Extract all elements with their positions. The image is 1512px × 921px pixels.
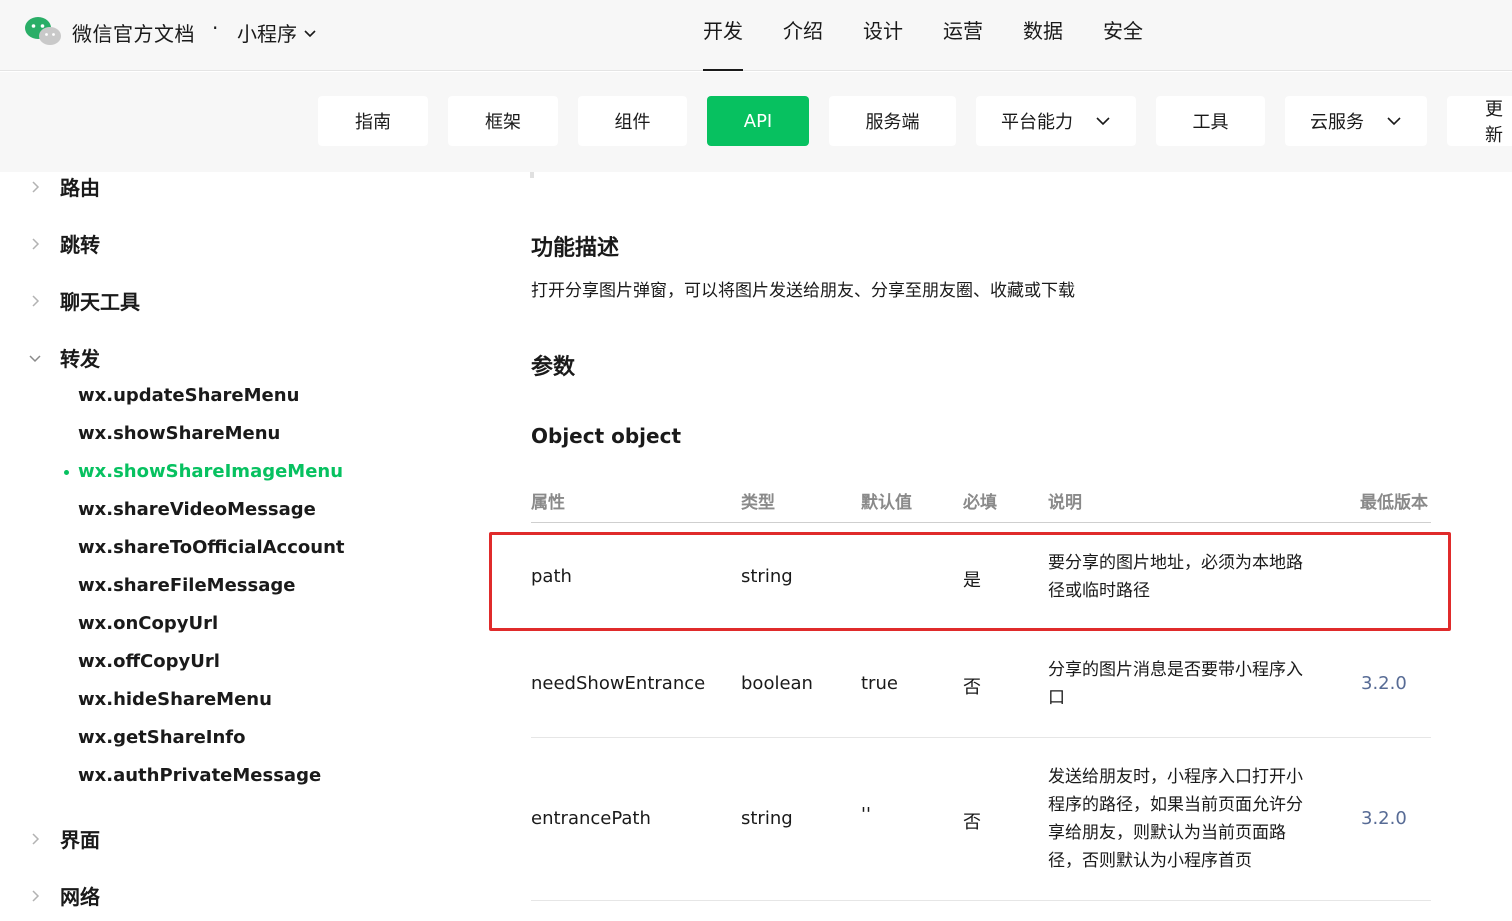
tab-api[interactable]: API [707,96,809,146]
chevron-down-icon [29,354,41,362]
tab-server-label: 服务端 [865,112,920,133]
row-divider [531,630,1431,631]
top-nav: 开发 介绍 设计 运营 数据 安全 [703,0,1143,71]
product-switch-dropdown[interactable]: 小程序 [237,18,317,47]
sidebar-group-label: 转发 [60,347,100,371]
tab-cloud-label: 云服务 [1310,112,1364,133]
chevron-right-icon [32,889,40,902]
th-property: 属性 [531,493,565,513]
chevron-right-icon [32,237,40,250]
tab-components[interactable]: 组件 [578,96,687,146]
sidebar-item-shareToOfficialAccount[interactable]: wx.shareToOfficialAccount [78,537,345,558]
cell-name: path [531,566,572,587]
object-title: Object object [531,424,682,448]
sidebar-group-network[interactable]: 网络 [28,881,100,910]
sidebar: 路由 跳转 聊天工具 转发 wx.updateShareMenu wx.show… [0,172,410,921]
wechat-logo-icon[interactable] [24,16,62,46]
cell-version-link[interactable]: 3.2.0 [1361,673,1407,694]
cell-type: string [741,566,793,587]
sidebar-group-share[interactable]: 转发 [28,343,100,372]
chevron-right-icon [32,180,40,193]
cell-name: entrancePath [531,808,651,829]
table-header-divider [531,522,1431,523]
product-switch-label: 小程序 [237,22,297,46]
sidebar-group-label: 聊天工具 [60,290,140,314]
row-divider [531,900,1431,901]
sidebar-item-authPrivateMessage[interactable]: wx.authPrivateMessage [78,765,321,786]
top-nav-security[interactable]: 安全 [1103,0,1143,71]
cell-version-link[interactable]: 3.2.0 [1361,808,1407,829]
scrolled-quote-bar [530,172,534,178]
sidebar-group-ui[interactable]: 界面 [28,824,100,853]
th-required: 必填 [963,493,997,513]
sidebar-item-getShareInfo[interactable]: wx.getShareInfo [78,727,246,748]
cell-description: 发送给朋友时，小程序入口打开小程序的路径，如果当前页面允许分享给朋友，则默认为当… [1048,767,1303,871]
top-nav-intro[interactable]: 介绍 [783,0,823,71]
tab-framework-label: 框架 [485,112,521,133]
cell-type: string [741,808,793,829]
function-description: 打开分享图片弹窗，可以将图片发送给朋友、分享至朋友圈、收藏或下载 [531,281,1075,301]
cell-required: 否 [963,812,981,833]
cell-default: true [861,673,898,694]
sidebar-group-label: 网络 [60,885,100,909]
tab-components-label: 组件 [614,112,651,133]
active-bullet [64,470,69,475]
chevron-right-icon [32,832,40,845]
cell-required: 是 [963,570,981,591]
sidebar-group-chat-tools[interactable]: 聊天工具 [28,286,140,315]
row-divider [531,737,1431,738]
tab-platform[interactable]: 平台能力 [976,96,1136,146]
cell-name: needShowEntrance [531,673,706,694]
sidebar-item-offCopyUrl[interactable]: wx.offCopyUrl [78,651,220,672]
sidebar-group-navigate[interactable]: 跳转 [28,229,100,258]
tab-guide-label: 指南 [355,112,391,133]
th-type: 类型 [741,493,775,513]
tab-server[interactable]: 服务端 [829,96,956,146]
section-title-params: 参数 [531,355,576,380]
sidebar-item-updateShareMenu[interactable]: wx.updateShareMenu [78,385,299,406]
section-title-function: 功能描述 [531,236,620,261]
sidebar-item-shareVideoMessage[interactable]: wx.shareVideoMessage [78,499,316,520]
top-header: 微信官方文档 · 小程序 开发 介绍 设计 运营 数据 安全 [0,0,1512,71]
tab-tools-label: 工具 [1192,112,1229,133]
sidebar-item-hideShareMenu[interactable]: wx.hideShareMenu [78,689,272,710]
brand-separator: · [212,16,219,40]
tab-cloud[interactable]: 云服务 [1285,96,1427,146]
top-nav-data[interactable]: 数据 [1023,0,1063,71]
tab-api-label: API [743,110,773,132]
chevron-right-icon [32,294,40,307]
sidebar-item-onCopyUrl[interactable]: wx.onCopyUrl [78,613,218,634]
sidebar-group-label: 界面 [60,828,100,852]
chevron-down-icon [1096,117,1110,126]
top-nav-develop[interactable]: 开发 [703,0,743,71]
sidebar-group-label: 跳转 [60,233,100,257]
sidebar-item-shareFileMessage[interactable]: wx.shareFileMessage [78,575,295,596]
sidebar-group-label: 路由 [60,176,100,200]
cell-description: 分享的图片消息是否要带小程序入口 [1048,660,1303,708]
brand-title[interactable]: 微信官方文档 [72,18,195,47]
tab-framework[interactable]: 框架 [448,96,558,146]
tab-tools[interactable]: 工具 [1156,96,1265,146]
sidebar-item-showShareImageMenu[interactable]: wx.showShareImageMenu [78,461,343,482]
sidebar-item-showShareMenu[interactable]: wx.showShareMenu [78,423,280,444]
top-nav-design[interactable]: 设计 [863,0,903,71]
tab-platform-label: 平台能力 [1001,112,1073,133]
cell-default: '' [861,804,871,825]
main-content: 功能描述 打开分享图片弹窗，可以将图片发送给朋友、分享至朋友圈、收藏或下载 参数… [410,172,1512,921]
sub-nav: 指南 框架 组件 API 服务端 平台能力 工具 云服务 更新 [0,72,1512,172]
cell-required: 否 [963,677,981,698]
cell-type: boolean [741,673,813,694]
tab-guide[interactable]: 指南 [318,96,428,146]
tab-updates-label: 更新 [1485,99,1503,146]
th-default: 默认值 [861,493,912,513]
chevron-down-icon [304,29,316,37]
tab-updates[interactable]: 更新 [1447,96,1512,146]
sidebar-group-routing[interactable]: 路由 [28,172,100,201]
top-nav-operate[interactable]: 运营 [943,0,983,71]
cell-description: 要分享的图片地址，必须为本地路径或临时路径 [1048,553,1303,601]
th-description: 说明 [1048,493,1082,513]
chevron-down-icon [1387,117,1401,126]
th-min-version: 最低版本 [1360,493,1428,513]
